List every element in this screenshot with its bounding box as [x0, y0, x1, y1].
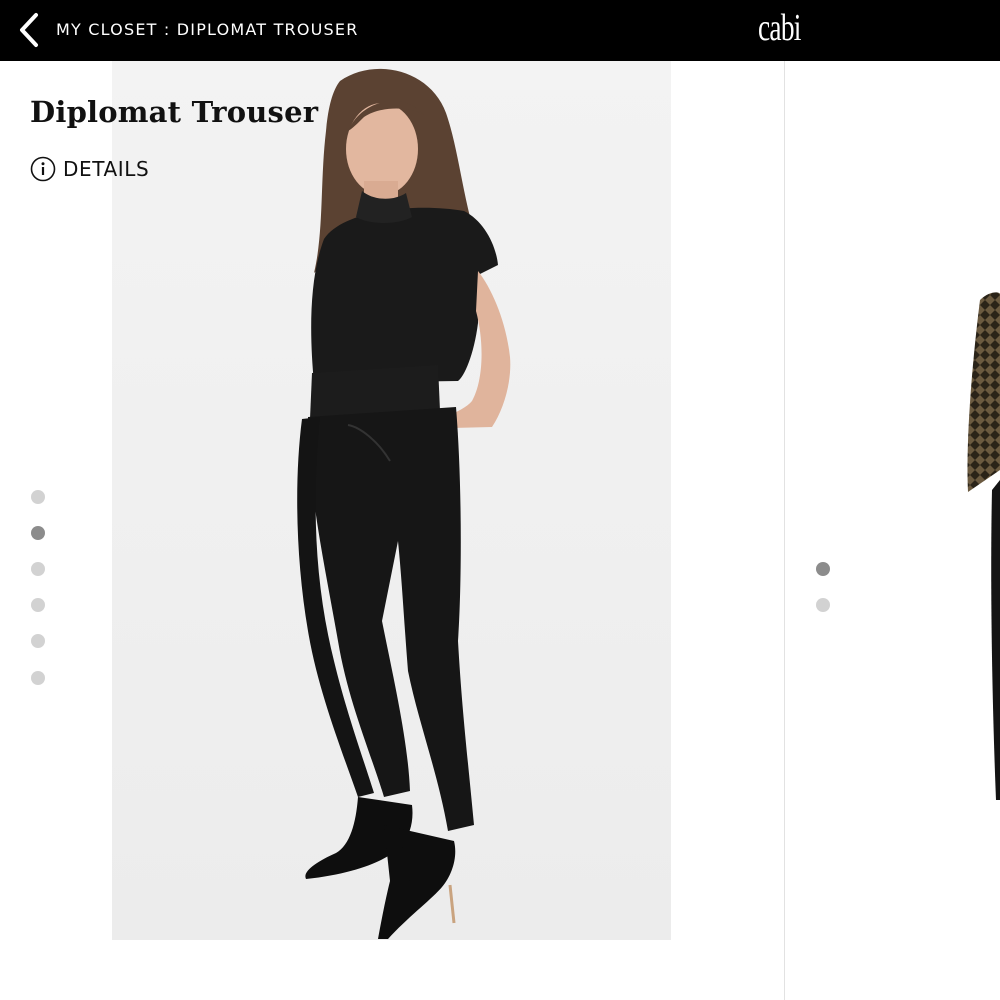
next-product-image[interactable] — [940, 280, 1000, 820]
next-model-illustration — [967, 292, 1000, 800]
details-button[interactable]: DETAILS — [30, 155, 149, 183]
carousel-dot-1[interactable] — [31, 490, 45, 504]
carousel-dot-6[interactable] — [31, 671, 45, 685]
info-icon — [30, 156, 56, 182]
brand-logo: cabi — [758, 7, 801, 49]
next-carousel-dot-1[interactable] — [816, 562, 830, 576]
product-image[interactable] — [112, 61, 671, 940]
model-illustration — [297, 68, 511, 939]
details-label: DETAILS — [63, 157, 150, 181]
next-carousel-dot-2[interactable] — [816, 598, 830, 612]
carousel-dot-4[interactable] — [31, 598, 45, 612]
chevron-left-icon — [20, 13, 38, 47]
carousel-dot-3[interactable] — [31, 562, 45, 576]
breadcrumb[interactable]: MY CLOSET : DIPLOMAT TROUSER — [56, 20, 359, 40]
carousel-dot-2[interactable] — [31, 526, 45, 540]
header-bar: MY CLOSET : DIPLOMAT TROUSER cabi — [0, 0, 1000, 61]
back-button[interactable] — [16, 12, 46, 48]
panel-divider — [784, 61, 785, 1000]
carousel-dot-5[interactable] — [31, 634, 45, 648]
product-title: Diplomat Trouser — [30, 95, 319, 129]
